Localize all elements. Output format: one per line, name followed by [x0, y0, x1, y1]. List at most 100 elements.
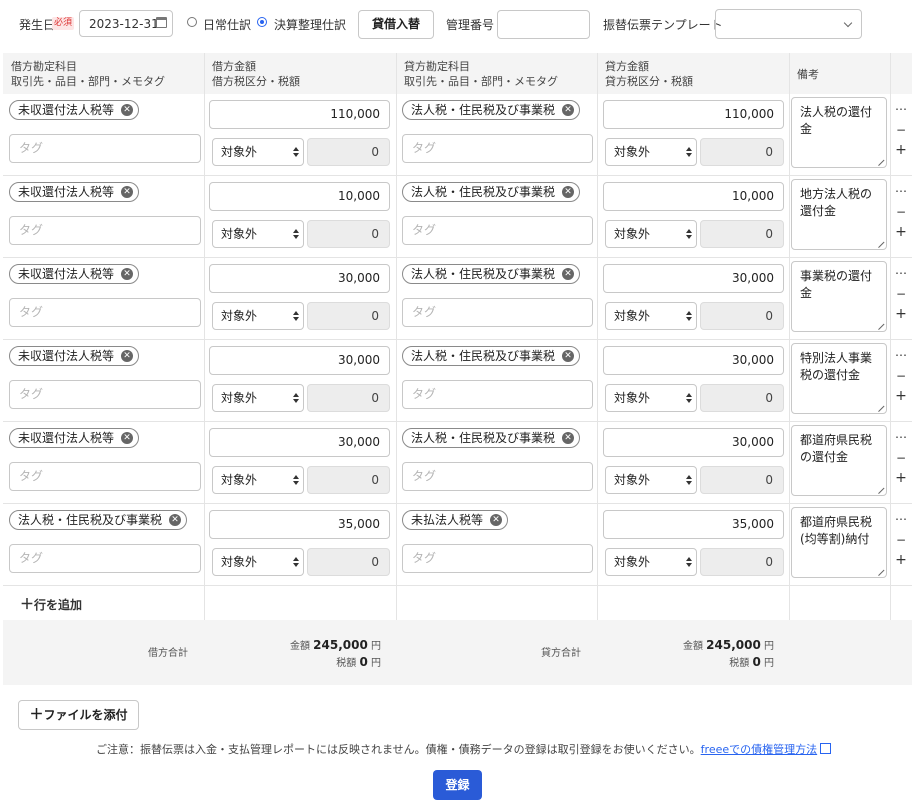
more-options-icon[interactable]: ⋯: [894, 431, 908, 443]
radio-closing-label[interactable]: 決算整理仕訳: [274, 16, 346, 33]
debit-tag-input[interactable]: タグ: [9, 134, 201, 163]
credit-tag-input[interactable]: タグ: [402, 134, 593, 163]
more-options-icon[interactable]: ⋯: [894, 349, 908, 361]
insert-row-icon[interactable]: +: [894, 389, 908, 403]
debit-account-chip[interactable]: 未収還付法人税等 ✕: [9, 264, 140, 284]
credit-account-chip[interactable]: 法人税・住民税及び事業税 ✕: [402, 100, 581, 120]
resize-grip-icon[interactable]: [872, 399, 885, 413]
close-icon[interactable]: ✕: [121, 268, 134, 280]
more-options-icon[interactable]: ⋯: [894, 185, 908, 197]
external-link-icon[interactable]: [820, 743, 832, 754]
credit-amount-input[interactable]: 10,000: [603, 182, 784, 211]
memo-textarea[interactable]: 地方法人税の還付金: [791, 179, 887, 250]
debit-tax-select[interactable]: 対象外: [212, 548, 304, 576]
debit-tag-input[interactable]: タグ: [9, 462, 201, 491]
credit-account-chip[interactable]: 未払法人税等 ✕: [402, 510, 509, 530]
remove-row-icon[interactable]: −: [894, 534, 908, 546]
credit-amount-input[interactable]: 30,000: [603, 346, 784, 375]
credit-tag-input[interactable]: タグ: [402, 298, 593, 327]
credit-amount-input[interactable]: 30,000: [603, 264, 784, 293]
insert-row-icon[interactable]: +: [894, 553, 908, 567]
credit-tag-input[interactable]: タグ: [402, 544, 593, 573]
remove-row-icon[interactable]: −: [894, 206, 908, 218]
credit-account-chip[interactable]: 法人税・住民税及び事業税 ✕: [402, 264, 581, 284]
credit-tax-select[interactable]: 対象外: [605, 220, 697, 248]
more-options-icon[interactable]: ⋯: [894, 103, 908, 115]
debit-amount-input[interactable]: 10,000: [209, 182, 390, 211]
credit-tax-select[interactable]: 対象外: [605, 384, 697, 412]
radio-normal-journal[interactable]: [187, 17, 197, 27]
remove-row-icon[interactable]: −: [894, 288, 908, 300]
close-icon[interactable]: ✕: [562, 432, 575, 444]
debit-amount-input[interactable]: 30,000: [209, 264, 390, 293]
insert-row-icon[interactable]: +: [894, 471, 908, 485]
calendar-icon[interactable]: [156, 17, 167, 28]
close-icon[interactable]: ✕: [562, 186, 575, 198]
close-icon[interactable]: ✕: [562, 350, 575, 362]
debit-tax-select[interactable]: 対象外: [212, 466, 304, 494]
more-options-icon[interactable]: ⋯: [894, 267, 908, 279]
credit-tax-select[interactable]: 対象外: [605, 138, 697, 166]
resize-grip-icon[interactable]: [872, 235, 885, 249]
close-icon[interactable]: ✕: [121, 104, 134, 116]
debit-tax-select[interactable]: 対象外: [212, 220, 304, 248]
insert-row-icon[interactable]: +: [894, 307, 908, 321]
receivables-help-link[interactable]: freeeでの債権管理方法: [701, 743, 817, 756]
credit-amount-input[interactable]: 110,000: [603, 100, 784, 129]
credit-account-chip[interactable]: 法人税・住民税及び事業税 ✕: [402, 182, 581, 202]
debit-amount-input[interactable]: 30,000: [209, 346, 390, 375]
resize-grip-icon[interactable]: [872, 317, 885, 331]
memo-textarea[interactable]: 事業税の還付金: [791, 261, 887, 332]
memo-textarea[interactable]: 都道府県民税の還付金: [791, 425, 887, 496]
debit-tag-input[interactable]: タグ: [9, 544, 201, 573]
credit-tag-input[interactable]: タグ: [402, 462, 593, 491]
debit-account-chip[interactable]: 未収還付法人税等 ✕: [9, 346, 140, 366]
date-input[interactable]: 2023-12-31: [79, 10, 173, 37]
close-icon[interactable]: ✕: [562, 268, 575, 280]
close-icon[interactable]: ✕: [121, 432, 134, 444]
radio-normal-label[interactable]: 日常仕訳: [203, 16, 251, 33]
close-icon[interactable]: ✕: [490, 514, 503, 526]
memo-textarea[interactable]: 法人税の還付金: [791, 97, 887, 168]
credit-tag-input[interactable]: タグ: [402, 216, 593, 245]
debit-account-chip[interactable]: 法人税・住民税及び事業税 ✕: [9, 510, 188, 530]
close-icon[interactable]: ✕: [562, 104, 575, 116]
radio-closing-journal[interactable]: [257, 17, 267, 27]
remove-row-icon[interactable]: −: [894, 370, 908, 382]
debit-tag-input[interactable]: タグ: [9, 380, 201, 409]
debit-account-chip[interactable]: 未収還付法人税等 ✕: [9, 100, 140, 120]
remove-row-icon[interactable]: −: [894, 124, 908, 136]
debit-amount-input[interactable]: 110,000: [209, 100, 390, 129]
credit-tax-select[interactable]: 対象外: [605, 466, 697, 494]
debit-tax-select[interactable]: 対象外: [212, 302, 304, 330]
debit-amount-input[interactable]: 35,000: [209, 510, 390, 539]
insert-row-icon[interactable]: +: [894, 143, 908, 157]
resize-grip-icon[interactable]: [872, 481, 885, 495]
debit-tag-input[interactable]: タグ: [9, 298, 201, 327]
more-options-icon[interactable]: ⋯: [894, 513, 908, 525]
resize-grip-icon[interactable]: [872, 153, 885, 167]
debit-tax-select[interactable]: 対象外: [212, 138, 304, 166]
credit-account-chip[interactable]: 法人税・住民税及び事業税 ✕: [402, 346, 581, 366]
credit-tax-select[interactable]: 対象外: [605, 302, 697, 330]
resize-grip-icon[interactable]: [872, 563, 885, 577]
remove-row-icon[interactable]: −: [894, 452, 908, 464]
swap-debit-credit-button[interactable]: 貸借入替: [358, 10, 434, 39]
credit-tax-select[interactable]: 対象外: [605, 548, 697, 576]
memo-textarea[interactable]: 特別法人事業税の還付金: [791, 343, 887, 414]
management-number-input[interactable]: [497, 10, 590, 39]
insert-row-icon[interactable]: +: [894, 225, 908, 239]
submit-button[interactable]: 登録: [433, 770, 482, 800]
debit-tax-select[interactable]: 対象外: [212, 384, 304, 412]
template-select[interactable]: [715, 9, 862, 39]
credit-amount-input[interactable]: 30,000: [603, 428, 784, 457]
close-icon[interactable]: ✕: [121, 350, 134, 362]
debit-tag-input[interactable]: タグ: [9, 216, 201, 245]
memo-textarea[interactable]: 都道府県民税(均等割)納付: [791, 507, 887, 578]
debit-account-chip[interactable]: 未収還付法人税等 ✕: [9, 428, 140, 448]
credit-account-chip[interactable]: 法人税・住民税及び事業税 ✕: [402, 428, 581, 448]
close-icon[interactable]: ✕: [121, 186, 134, 198]
debit-amount-input[interactable]: 30,000: [209, 428, 390, 457]
add-row-button[interactable]: ＋行を追加: [20, 594, 82, 614]
credit-amount-input[interactable]: 35,000: [603, 510, 784, 539]
